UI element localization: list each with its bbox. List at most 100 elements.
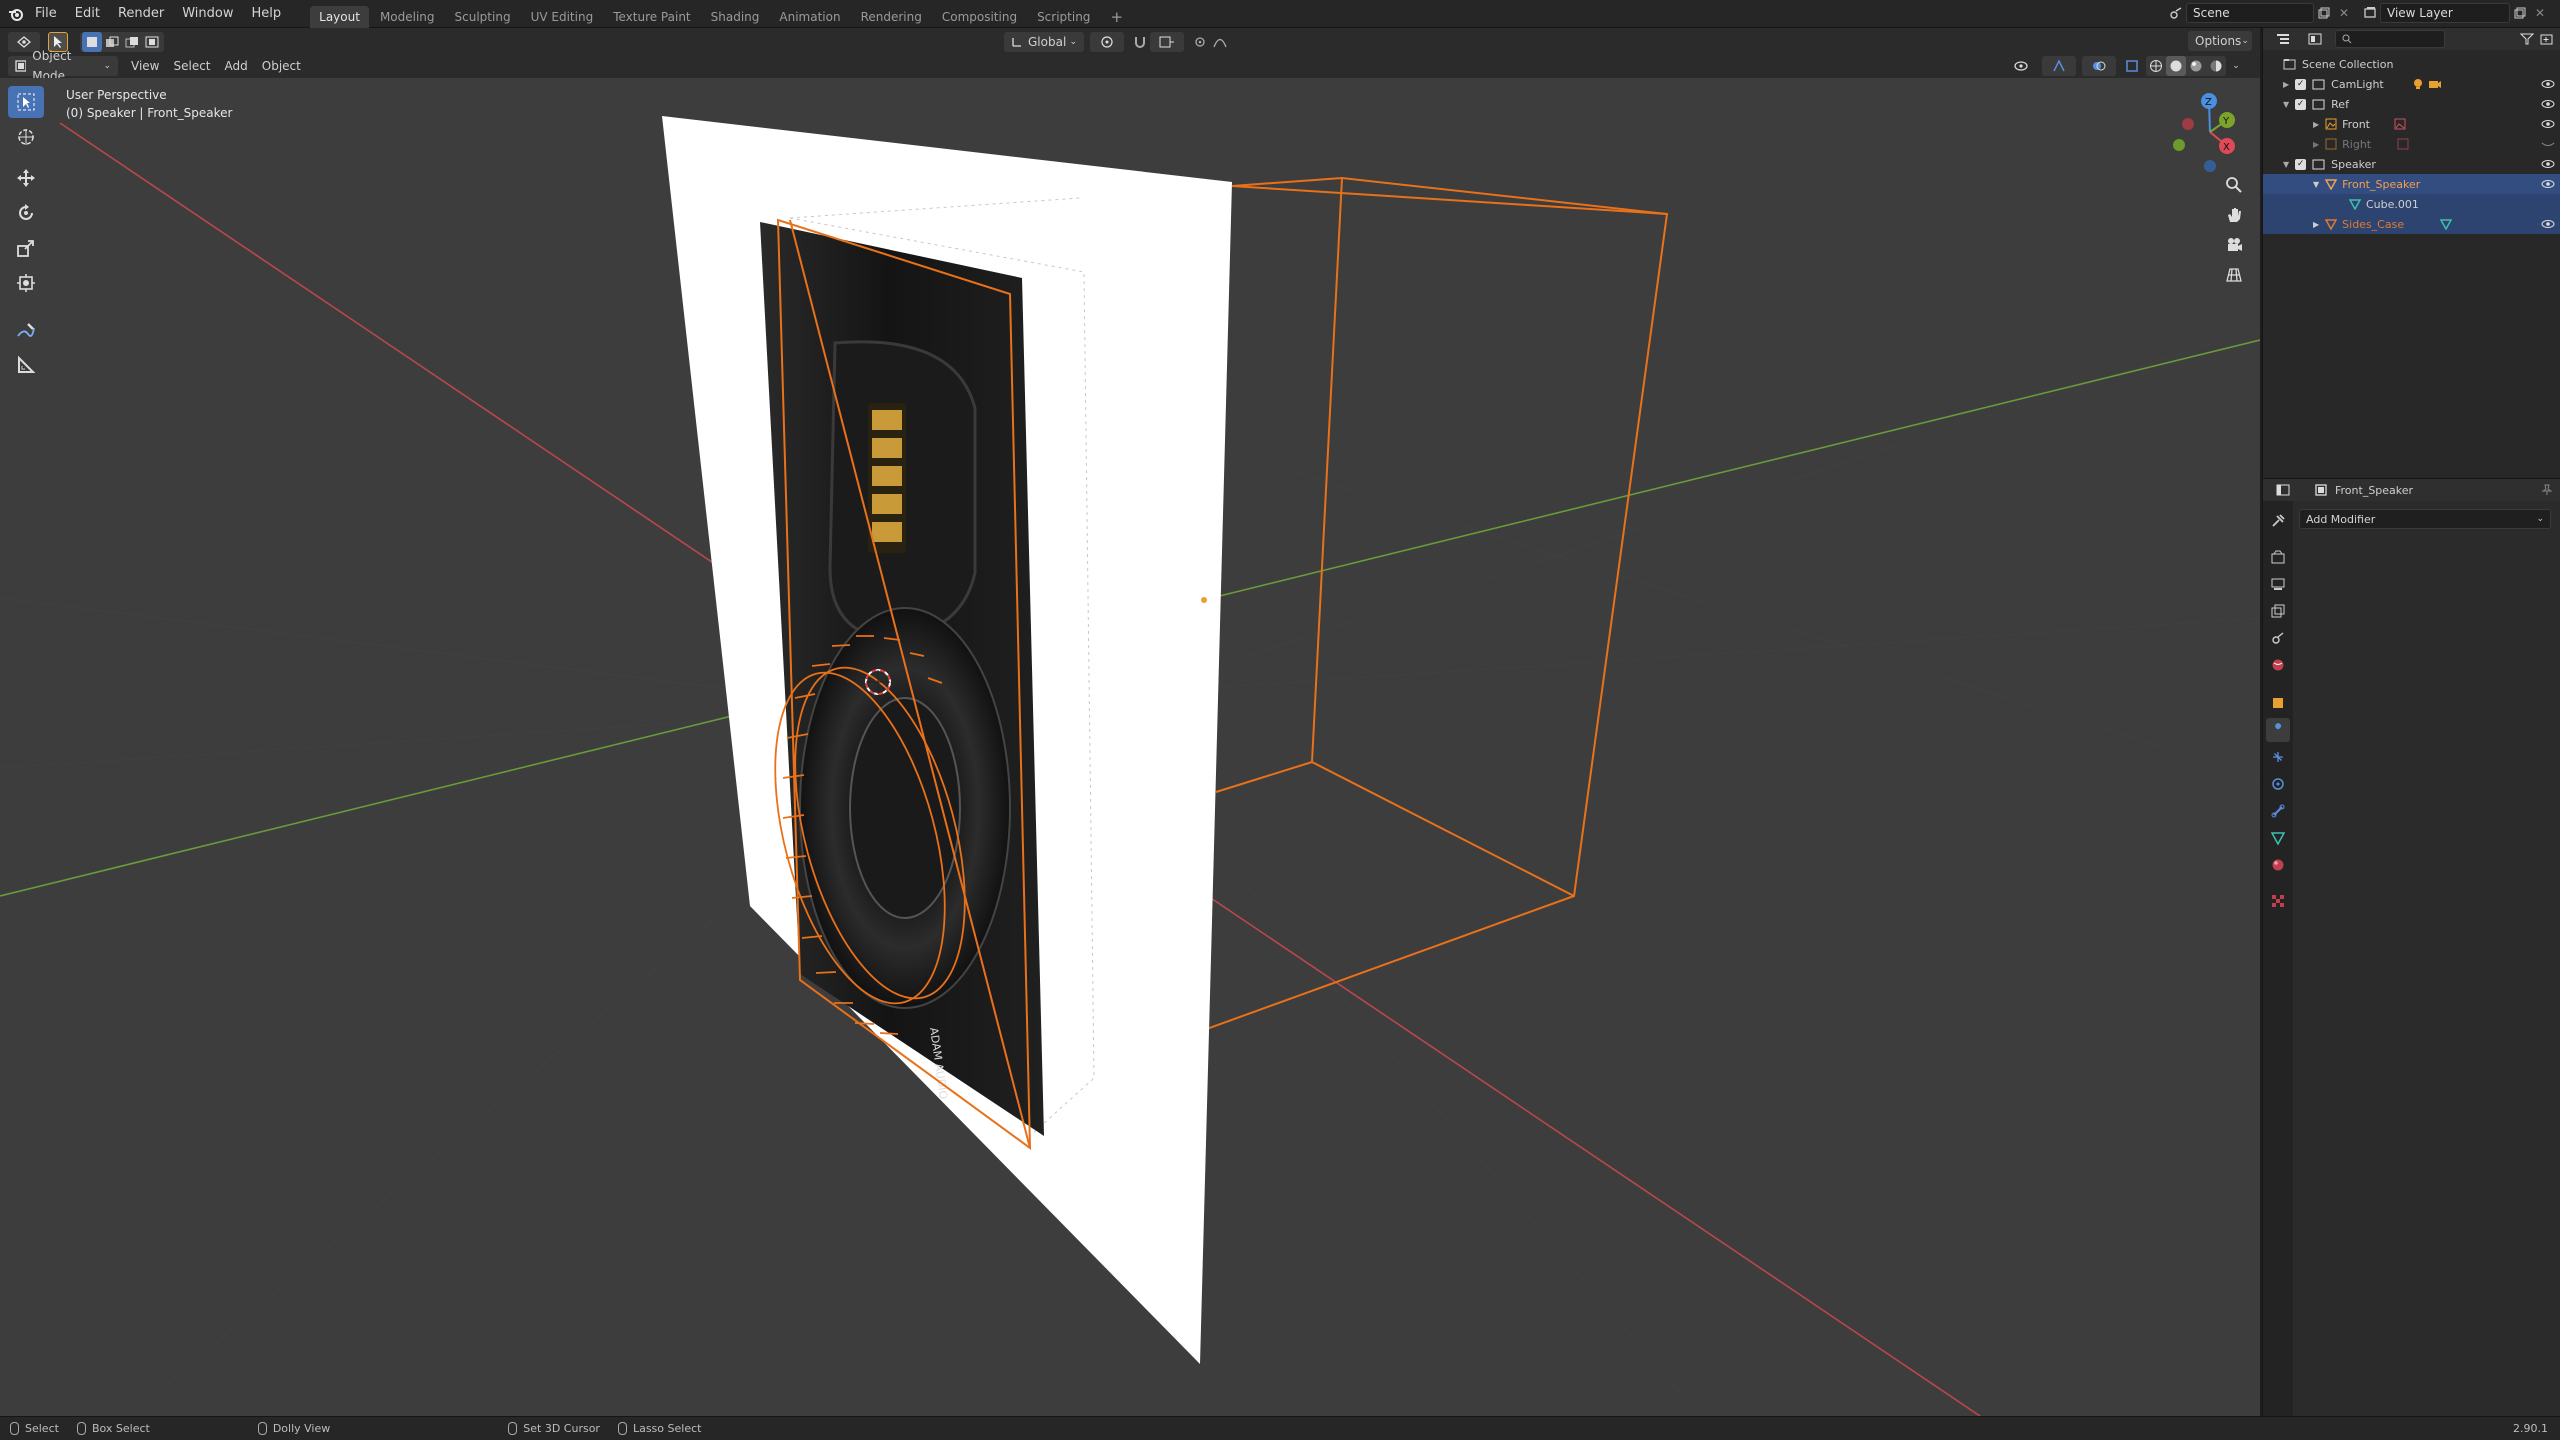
xray-toggle-icon[interactable] [2122,56,2142,76]
visibility-eye-icon[interactable] [2541,218,2555,230]
options-dropdown[interactable]: Options ⌄ [2188,31,2252,51]
select-box-tool-icon[interactable] [8,86,44,118]
view-layer-icon[interactable] [2360,3,2380,23]
scene-name-field[interactable]: Scene [2186,3,2314,23]
proportional-falloff-icon[interactable] [1210,32,1230,52]
menu-help[interactable]: Help [243,0,291,28]
view-layer-tab-icon[interactable] [2266,599,2290,623]
checkbox-icon[interactable]: ✓ [2295,158,2307,170]
add-modifier-dropdown[interactable]: Add Modifier ⌄ [2299,509,2551,529]
wireframe-shading-icon[interactable] [2146,56,2166,76]
pan-hand-icon[interactable] [2216,200,2252,230]
collapse-arrow-icon[interactable]: ▼ [2283,160,2289,169]
visibility-eye-icon[interactable] [2541,158,2555,170]
tab-compositing[interactable]: Compositing [933,6,1026,28]
object-menu[interactable]: Object [255,56,308,76]
object-data-tab-icon[interactable] [2266,826,2290,850]
scene-tab-icon[interactable] [2266,626,2290,650]
checkbox-icon[interactable]: ✓ [2295,78,2307,90]
visibility-eye-icon[interactable] [2541,98,2555,110]
add-menu[interactable]: Add [218,56,255,76]
visibility-eye-icon[interactable] [2541,178,2555,190]
rendered-shading-icon[interactable] [2206,56,2226,76]
visibility-eye-icon[interactable] [2541,118,2555,130]
object-types-visibility-icon[interactable] [2004,56,2038,76]
scene-collection-row[interactable]: Scene Collection [2263,54,2560,74]
properties-editor-type-icon[interactable] [2269,480,2297,500]
gizmo-toggle-icon[interactable] [2042,56,2076,76]
tab-layout[interactable]: Layout [310,5,369,28]
output-tab-icon[interactable] [2266,572,2290,596]
outliner-search-input[interactable] [2335,30,2445,48]
select-menu[interactable]: Select [166,56,217,76]
outliner-row-sides-case[interactable]: ▶ Sides_Case [2263,214,2560,234]
copy-view-layer-icon[interactable] [2510,3,2530,23]
new-collection-icon[interactable] [2537,29,2557,49]
hidden-eye-icon[interactable] [2541,138,2555,150]
measure-tool-icon[interactable] [8,349,44,381]
tab-sculpting[interactable]: Sculpting [446,6,520,28]
pin-icon[interactable] [2537,480,2557,500]
texture-tab-icon[interactable] [2266,889,2290,913]
transform-orientation-dropdown[interactable]: Global ⌄ [1004,32,1084,52]
outliner-row-cube-001[interactable]: Cube.001 [2263,194,2560,214]
blender-logo-icon[interactable] [6,4,26,24]
checkbox-icon[interactable]: ✓ [2295,98,2307,110]
view-layer-name-field[interactable]: View Layer [2380,3,2510,23]
outliner-row-front-speaker[interactable]: ▼ Front_Speaker [2263,174,2560,194]
solid-shading-icon[interactable] [2166,56,2186,76]
material-tab-icon[interactable] [2266,853,2290,877]
physics-tab-icon[interactable] [2266,772,2290,796]
tab-uv-editing[interactable]: UV Editing [522,6,603,28]
visibility-eye-icon[interactable] [2541,78,2555,90]
proportional-editing-icon[interactable] [1190,32,1210,52]
zoom-icon[interactable] [2216,170,2252,200]
pivot-point-icon[interactable] [1090,32,1124,52]
constraints-tab-icon[interactable] [2266,799,2290,823]
object-tab-icon[interactable] [2266,691,2290,715]
extend-selection-icon[interactable] [102,32,122,52]
tab-rendering[interactable]: Rendering [852,6,931,28]
outliner-row-camlight[interactable]: ▶ ✓ CamLight [2263,74,2560,94]
overlays-toggle-icon[interactable] [2082,56,2116,76]
collapse-arrow-icon[interactable]: ▼ [2283,100,2289,109]
object-mode-dropdown[interactable]: Object Mode ⌄ [8,49,118,83]
menu-file[interactable]: File [26,0,66,28]
menu-render[interactable]: Render [109,0,173,28]
cursor-tool-icon[interactable] [8,121,44,153]
perspective-toggle-icon[interactable] [2216,260,2252,290]
scale-tool-icon[interactable] [8,232,44,264]
tab-texture-paint[interactable]: Texture Paint [604,6,699,28]
snap-toggle-icon[interactable] [1130,32,1150,52]
tab-animation[interactable]: Animation [770,6,849,28]
gizmo-neg-x[interactable] [2182,118,2194,130]
close-view-layer-icon[interactable]: ✕ [2530,3,2550,23]
expand-arrow-icon[interactable]: ▶ [2313,120,2319,129]
tool-tab-icon[interactable] [2266,509,2290,533]
material-preview-icon[interactable] [2186,56,2206,76]
invert-selection-icon[interactable] [142,32,162,52]
tab-shading[interactable]: Shading [702,6,769,28]
rotate-tool-icon[interactable] [8,197,44,229]
3d-viewport[interactable]: ADAM AUDIO User Perspective (0) Speaker … [0,78,2260,1416]
snap-target-icon[interactable] [1150,32,1184,52]
shading-options-chevron-icon[interactable]: ⌄ [2226,56,2246,76]
subtract-selection-icon[interactable] [122,32,142,52]
display-mode-icon[interactable] [2301,29,2329,49]
camera-view-icon[interactable] [2216,230,2252,260]
outliner-row-speaker[interactable]: ▼ ✓ Speaker [2263,154,2560,174]
render-tab-icon[interactable] [2266,545,2290,569]
outliner-row-front[interactable]: ▶ Front [2263,114,2560,134]
gizmo-neg-z[interactable] [2204,160,2216,172]
gizmo-neg-y[interactable] [2173,139,2185,151]
tab-modeling[interactable]: Modeling [371,6,444,28]
outliner-editor-type-icon[interactable] [2269,29,2297,49]
outliner-row-ref[interactable]: ▼ ✓ Ref [2263,94,2560,114]
add-workspace-plus-icon[interactable]: + [1101,6,1132,28]
menu-edit[interactable]: Edit [66,0,109,28]
filter-icon[interactable] [2517,29,2537,49]
modifiers-tab-wrench-icon[interactable] [2266,718,2290,742]
scene-icon[interactable] [2166,3,2186,23]
expand-arrow-icon[interactable]: ▶ [2313,220,2319,229]
collapse-arrow-icon[interactable]: ▼ [2313,180,2319,189]
